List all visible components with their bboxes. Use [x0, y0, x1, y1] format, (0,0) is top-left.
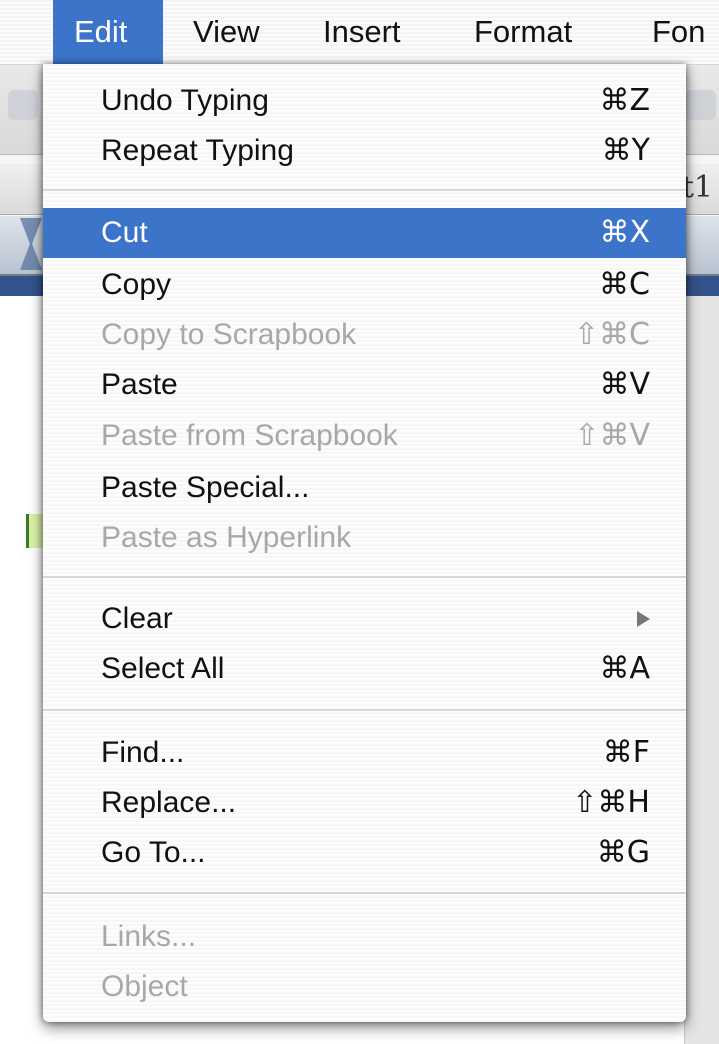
menu-item-shortcut: ⇧⌘V	[574, 418, 650, 453]
menu-item-shortcut: ⇧⌘H	[572, 785, 650, 820]
menu-separator	[43, 189, 686, 191]
menu-item-shortcut: ⌘X	[599, 215, 650, 250]
menu-item-shortcut: ⌘A	[599, 651, 650, 686]
triangle-right-icon	[637, 611, 650, 627]
menu-bar: Edit View Insert Format Fon	[0, 0, 719, 65]
menu-item-label: Copy	[101, 268, 172, 301]
menu-item-object: Object	[43, 962, 686, 1012]
menu-item-shortcut: ⌘F	[602, 735, 650, 770]
menu-item-shortcut: ⌘Y	[601, 133, 650, 168]
menu-item-find[interactable]: Find... ⌘F	[43, 728, 686, 778]
menu-item-label: Copy to Scrapbook	[101, 318, 357, 351]
toolbar-icon	[686, 90, 716, 120]
menu-item-copy[interactable]: Copy ⌘C	[43, 260, 686, 310]
menu-insert[interactable]: Insert	[323, 0, 401, 64]
menu-item-label: Clear	[101, 602, 173, 635]
menu-item-paste[interactable]: Paste ⌘V	[43, 360, 686, 410]
menu-item-replace[interactable]: Replace... ⇧⌘H	[43, 778, 686, 828]
menu-item-label: Paste Special...	[101, 471, 310, 504]
menu-item-shortcut: ⌘G	[596, 835, 650, 870]
menu-item-undo-typing[interactable]: Undo Typing ⌘Z	[43, 76, 686, 126]
menu-separator	[43, 576, 686, 578]
menu-font[interactable]: Fon	[652, 0, 705, 64]
menu-separator	[43, 709, 686, 711]
menu-item-label: Undo Typing	[101, 84, 269, 117]
menu-edit[interactable]: Edit	[53, 0, 163, 64]
background-scrollbar	[684, 296, 719, 1044]
menu-item-label: Links...	[101, 920, 197, 953]
menu-item-label: Go To...	[101, 836, 206, 869]
menu-item-clear[interactable]: Clear	[43, 594, 686, 644]
menu-item-label: Select All	[101, 652, 225, 685]
menu-item-label: Cut	[101, 216, 148, 249]
menu-item-go-to[interactable]: Go To... ⌘G	[43, 828, 686, 878]
menu-item-label: Object	[101, 970, 188, 1003]
menu-item-label: Replace...	[101, 786, 237, 819]
menu-item-paste-special[interactable]: Paste Special...	[43, 463, 686, 513]
menu-item-repeat-typing[interactable]: Repeat Typing ⌘Y	[43, 126, 686, 176]
menu-item-label: Repeat Typing	[101, 134, 294, 167]
menu-item-shortcut: ⇧⌘C	[573, 317, 650, 352]
menu-item-select-all[interactable]: Select All ⌘A	[43, 644, 686, 694]
menu-format[interactable]: Format	[474, 0, 572, 64]
menu-view[interactable]: View	[193, 0, 260, 64]
edit-menu-dropdown: Undo Typing ⌘Z Repeat Typing ⌘Y Cut ⌘X C…	[43, 64, 686, 1022]
menu-item-cut[interactable]: Cut ⌘X	[43, 208, 686, 258]
menu-item-links: Links...	[43, 912, 686, 962]
menu-item-shortcut: ⌘C	[599, 267, 650, 302]
menu-item-paste-from-scrapbook: Paste from Scrapbook ⇧⌘V	[43, 411, 686, 461]
menu-item-label: Paste	[101, 368, 178, 401]
menu-item-shortcut: ⌘Z	[599, 83, 650, 118]
menu-item-copy-to-scrapbook: Copy to Scrapbook ⇧⌘C	[43, 310, 686, 360]
menu-item-paste-as-hyperlink: Paste as Hyperlink	[43, 513, 686, 563]
menu-item-label: Paste as Hyperlink	[101, 521, 352, 554]
toolbar-icon	[8, 90, 38, 120]
menu-item-label: Paste from Scrapbook	[101, 419, 398, 452]
menu-separator	[43, 892, 686, 894]
menu-item-shortcut: ⌘V	[599, 367, 650, 402]
menu-item-label: Find...	[101, 736, 185, 769]
